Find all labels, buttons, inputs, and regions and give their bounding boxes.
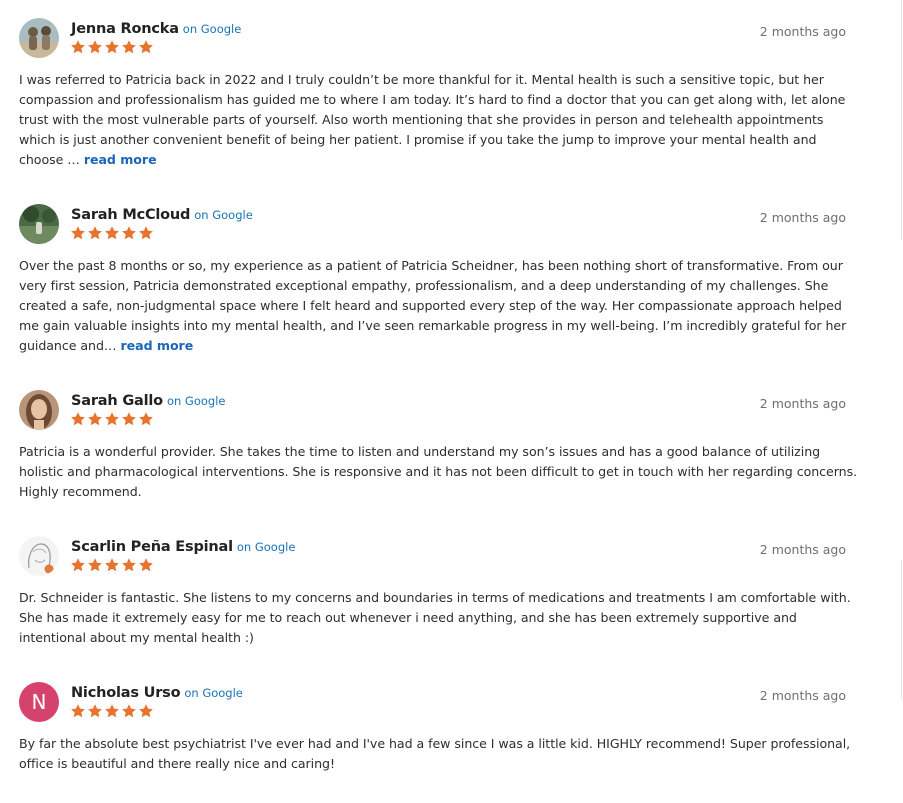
star-icon: [139, 226, 153, 240]
avatar-sketch-icon: [19, 536, 59, 576]
star-rating: [70, 225, 154, 241]
star-icon: [71, 704, 85, 718]
star-rating: [70, 39, 154, 55]
review-source: on Google: [184, 686, 243, 700]
star-icon: [105, 412, 119, 426]
avatar-photo-icon: [19, 390, 59, 430]
star-icon: [88, 412, 102, 426]
review-text-container: I was referred to Patricia back in 2022 …: [19, 70, 859, 170]
review-author[interactable]: Jenna Roncka: [71, 21, 179, 37]
star-icon: [88, 704, 102, 718]
star-icon: [105, 40, 119, 54]
review-text-container: By far the absolute best psychiatrist I'…: [19, 734, 859, 774]
star-rating: [70, 411, 154, 427]
star-icon: [122, 226, 136, 240]
review-text-container: Patricia is a wonderful provider. She ta…: [19, 442, 859, 502]
star-icon: [71, 412, 85, 426]
read-more-link[interactable]: read more: [84, 152, 157, 167]
read-more-link[interactable]: read more: [120, 338, 193, 353]
star-icon: [139, 40, 153, 54]
review-author[interactable]: Scarlin Peña Espinal: [71, 539, 233, 555]
right-divider: [901, 0, 902, 240]
right-divider: [901, 560, 902, 700]
star-icon: [71, 558, 85, 572]
review-source: on Google: [194, 208, 253, 222]
review-time: 2 months ago: [759, 396, 846, 411]
star-icon: [122, 558, 136, 572]
star-icon: [88, 40, 102, 54]
star-icon: [105, 226, 119, 240]
review-text: Patricia is a wonderful provider. She ta…: [19, 444, 858, 499]
star-icon: [71, 40, 85, 54]
review-source: on Google: [166, 394, 226, 408]
review-source: on Google: [236, 540, 296, 554]
star-icon: [88, 226, 102, 240]
review-text: Dr. Schneider is fantastic. She listens …: [19, 590, 851, 645]
review-text-container: Over the past 8 months or so, my experie…: [19, 256, 859, 356]
star-icon: [71, 226, 85, 240]
review-time: 2 months ago: [759, 688, 846, 703]
avatar-photo-icon: [19, 18, 59, 58]
star-icon: [122, 704, 136, 718]
star-icon: [139, 412, 153, 426]
star-icon: [139, 558, 153, 572]
avatar[interactable]: [19, 536, 59, 576]
review-text: By far the absolute best psychiatrist I'…: [19, 736, 851, 771]
avatar[interactable]: N: [19, 682, 59, 722]
star-icon: [122, 412, 136, 426]
star-icon: [105, 704, 119, 718]
review-source: on Google: [182, 22, 242, 36]
review-author[interactable]: Sarah McCloud: [71, 207, 190, 223]
star-icon: [139, 704, 153, 718]
star-rating: [70, 703, 154, 719]
review-text-container: Dr. Schneider is fantastic. She listens …: [19, 588, 859, 648]
star-rating: [70, 557, 154, 573]
avatar[interactable]: [19, 204, 59, 244]
star-icon: [122, 40, 136, 54]
review-time: 2 months ago: [759, 24, 846, 39]
review-author[interactable]: Nicholas Urso: [71, 685, 181, 701]
review-time: 2 months ago: [759, 210, 846, 225]
review-author[interactable]: Sarah Gallo: [71, 393, 163, 409]
avatar-photo-icon: [19, 204, 59, 244]
star-icon: [88, 558, 102, 572]
avatar-letter: N: [31, 690, 47, 714]
avatar[interactable]: [19, 390, 59, 430]
star-icon: [105, 558, 119, 572]
review-time: 2 months ago: [759, 542, 846, 557]
avatar[interactable]: [19, 18, 59, 58]
